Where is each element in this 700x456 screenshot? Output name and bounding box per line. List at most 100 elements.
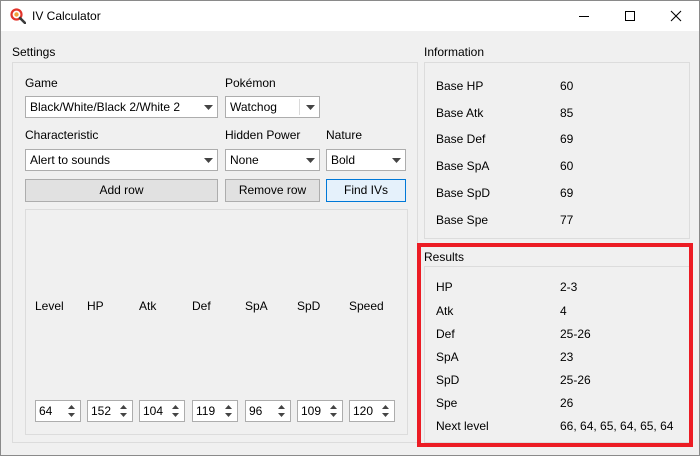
hp-column-header: HP — [87, 299, 104, 313]
info-row-value: 85 — [560, 106, 574, 120]
result-row-label: SpA — [436, 350, 459, 364]
level-column-header: Level — [35, 299, 64, 313]
spin-down-icon[interactable] — [278, 413, 285, 417]
result-row-label: Spe — [436, 396, 458, 410]
maximize-icon — [625, 11, 635, 21]
info-row-label: Base Spe — [436, 213, 489, 227]
pokemon-combobox[interactable]: Watchog — [225, 96, 320, 118]
remove-row-button[interactable]: Remove row — [225, 179, 320, 202]
hidden-power-dropdown[interactable]: None — [225, 149, 320, 171]
spin-buttons[interactable] — [275, 401, 290, 421]
result-row-value: 4 — [560, 304, 567, 318]
hp-spinbox-value: 152 — [91, 404, 112, 418]
hidden-power-dropdown-value: None — [230, 153, 259, 167]
level-spinbox-value: 64 — [39, 404, 53, 418]
result-row-value: 23 — [560, 350, 574, 364]
pokemon-label: Pokémon — [225, 76, 276, 90]
spin-up-icon[interactable] — [278, 405, 285, 409]
characteristic-dropdown[interactable]: Alert to sounds — [25, 149, 218, 171]
spa-spinbox[interactable]: 96 — [245, 400, 291, 422]
result-row-value: 26 — [560, 396, 574, 410]
atk-spinbox-value: 104 — [143, 404, 164, 418]
close-button[interactable] — [653, 1, 699, 31]
info-row-label: Base HP — [436, 79, 484, 93]
speed-spinbox[interactable]: 120 — [349, 400, 395, 422]
spin-buttons[interactable] — [327, 401, 342, 421]
result-row-value: 2-3 — [560, 280, 578, 294]
spin-up-icon[interactable] — [225, 405, 232, 409]
spin-buttons[interactable] — [117, 401, 132, 421]
spin-up-icon[interactable] — [172, 405, 179, 409]
info-row-value: 77 — [560, 213, 574, 227]
info-row-value: 69 — [560, 186, 574, 200]
def-spinbox-value: 119 — [196, 404, 216, 418]
combo-separator — [299, 99, 300, 115]
characteristic-label: Characteristic — [25, 128, 99, 142]
chevron-down-icon — [204, 105, 213, 110]
spin-up-icon[interactable] — [382, 405, 389, 409]
minimize-icon — [579, 16, 589, 17]
result-row-value: 25-26 — [560, 373, 591, 387]
results-group-title: Results — [424, 250, 465, 264]
hidden-power-label: Hidden Power — [225, 128, 301, 142]
nature-label: Nature — [326, 128, 363, 142]
information-group-title: Information — [424, 45, 485, 59]
close-icon — [670, 10, 682, 22]
info-row-label: Base Def — [436, 132, 486, 146]
spin-buttons[interactable] — [379, 401, 394, 421]
info-row-label: Base SpD — [436, 186, 491, 200]
result-row-label: Next level — [436, 419, 489, 433]
find-ivs-button[interactable]: Find IVs — [326, 179, 406, 202]
spa-column-header: SpA — [245, 299, 268, 313]
app-window: IV Calculator Settings Game Black/White/… — [0, 0, 700, 456]
result-row-label: Def — [436, 327, 455, 341]
maximize-button[interactable] — [607, 1, 653, 31]
spin-down-icon[interactable] — [382, 413, 389, 417]
characteristic-dropdown-value: Alert to sounds — [30, 153, 111, 167]
info-row-label: Base Atk — [436, 106, 484, 120]
spin-down-icon[interactable] — [68, 413, 75, 417]
spin-up-icon[interactable] — [330, 405, 337, 409]
spin-up-icon[interactable] — [68, 405, 75, 409]
level-spinbox[interactable]: 64 — [35, 400, 81, 422]
chevron-down-icon — [306, 158, 315, 163]
window-title: IV Calculator — [32, 9, 101, 23]
info-row-value: 60 — [560, 159, 574, 173]
minimize-button[interactable] — [561, 1, 607, 31]
settings-group-title: Settings — [12, 45, 56, 59]
info-row-label: Base SpA — [436, 159, 490, 173]
spin-down-icon[interactable] — [120, 413, 127, 417]
spa-spinbox-value: 96 — [249, 404, 263, 418]
spin-up-icon[interactable] — [120, 405, 127, 409]
spin-down-icon[interactable] — [172, 413, 179, 417]
def-column-header: Def — [192, 299, 211, 313]
spd-column-header: SpD — [297, 299, 321, 313]
chevron-down-icon — [392, 158, 401, 163]
spd-spinbox[interactable]: 109 — [297, 400, 343, 422]
def-spinbox[interactable]: 119 — [192, 400, 238, 422]
game-label: Game — [25, 76, 58, 90]
add-row-button[interactable]: Add row — [25, 179, 218, 202]
spd-spinbox-value: 109 — [301, 404, 322, 418]
spin-down-icon[interactable] — [330, 413, 337, 417]
atk-spinbox[interactable]: 104 — [139, 400, 185, 422]
title-bar[interactable]: IV Calculator — [1, 1, 699, 31]
spin-buttons[interactable] — [222, 401, 237, 421]
results-group — [424, 266, 690, 443]
info-row-value: 69 — [560, 132, 574, 146]
pokemon-combobox-value: Watchog — [230, 100, 277, 114]
nature-dropdown[interactable]: Bold — [326, 149, 406, 171]
result-row-value: 66, 64, 65, 64, 65, 64 — [560, 419, 674, 433]
result-row-label: HP — [436, 280, 453, 294]
result-row-value: 25-26 — [560, 327, 591, 341]
spin-down-icon[interactable] — [225, 413, 232, 417]
info-row-value: 60 — [560, 79, 574, 93]
speed-spinbox-value: 120 — [353, 404, 374, 418]
game-dropdown-value: Black/White/Black 2/White 2 — [30, 100, 181, 114]
magnifier-app-icon — [10, 8, 26, 24]
spin-buttons[interactable] — [169, 401, 184, 421]
hp-spinbox[interactable]: 152 — [87, 400, 133, 422]
spin-buttons[interactable] — [65, 401, 80, 421]
speed-column-header: Speed — [349, 299, 384, 313]
game-dropdown[interactable]: Black/White/Black 2/White 2 — [25, 96, 218, 118]
